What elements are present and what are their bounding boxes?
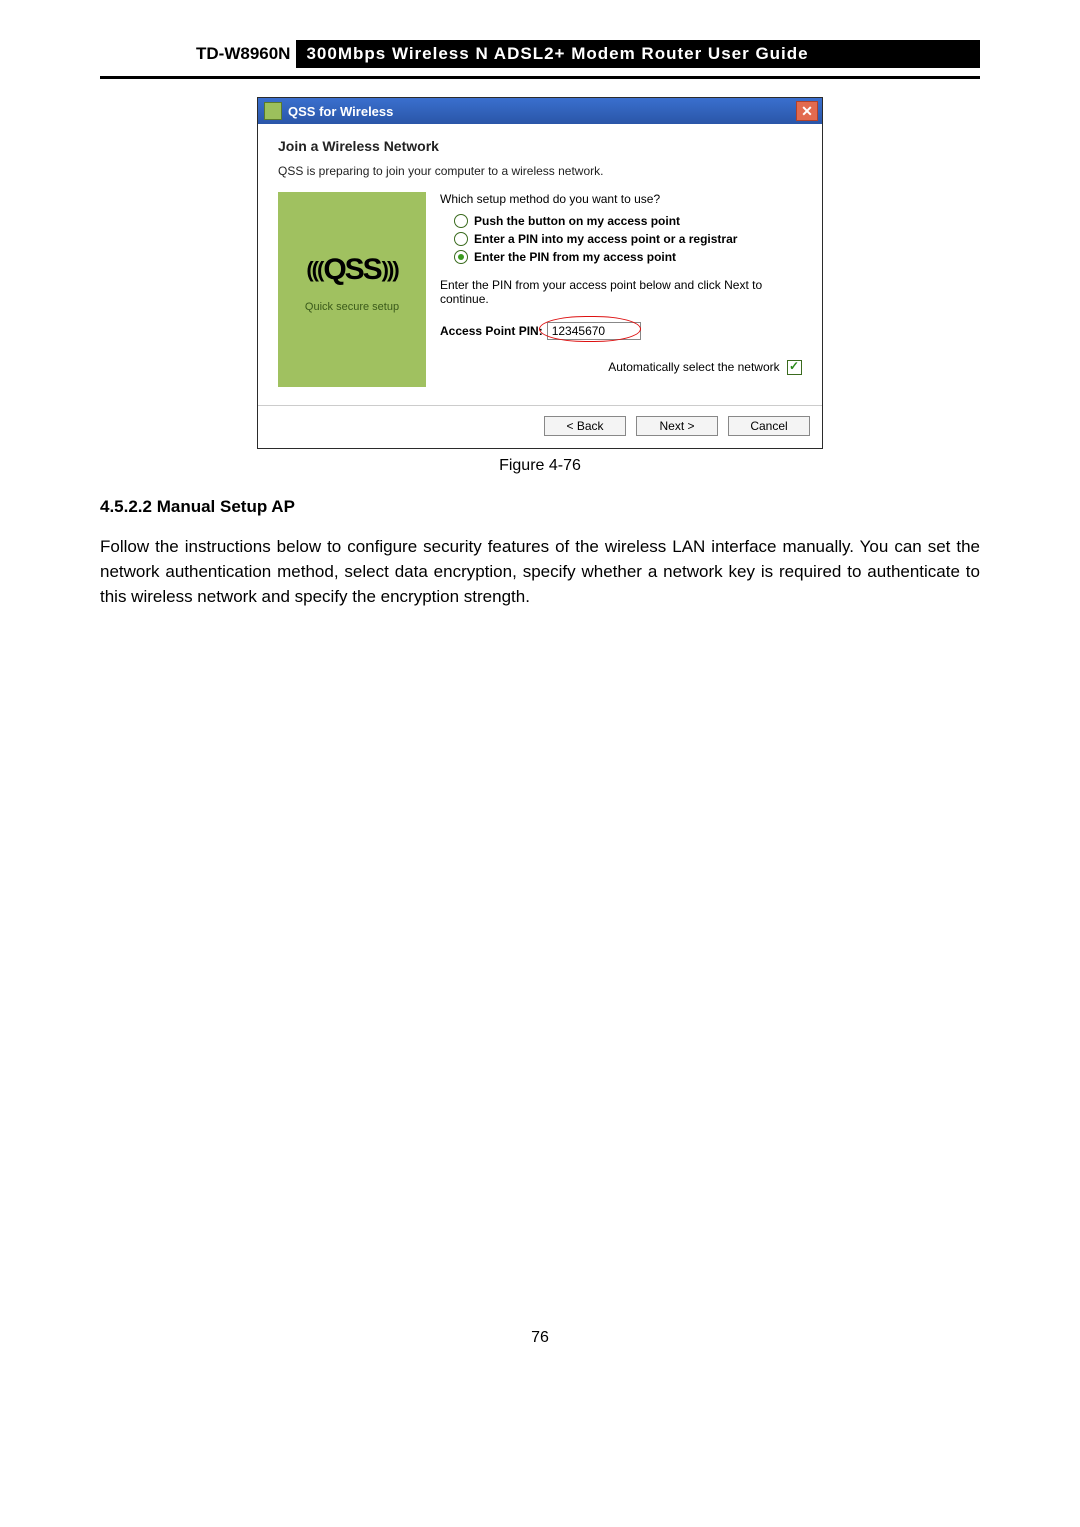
radio-push-button[interactable]: Push the button on my access point [454,214,802,228]
radio-icon [454,214,468,228]
page-header: TD-W8960N 300Mbps Wireless N ADSL2+ Mode… [100,40,980,79]
auto-select-checkbox[interactable] [787,360,802,375]
back-button[interactable]: < Back [544,416,626,436]
header-title: 300Mbps Wireless N ADSL2+ Modem Router U… [296,40,980,68]
close-icon[interactable]: ✕ [796,101,818,121]
auto-select-label: Automatically select the network [608,360,779,374]
dialog-titlebar: QSS for Wireless ✕ [258,98,822,124]
setup-question: Which setup method do you want to use? [440,192,802,206]
qss-logo: ((( QSS ))) [306,253,397,287]
section-paragraph: Follow the instructions below to configu… [100,535,980,609]
qss-caption: Quick secure setup [305,301,399,313]
next-button[interactable]: Next > [636,416,718,436]
dialog-title: QSS for Wireless [288,104,393,119]
separator [258,405,822,406]
pin-instruction: Enter the PIN from your access point bel… [440,278,802,306]
radio-enter-pin-from-ap[interactable]: Enter the PIN from my access point [454,250,802,264]
figure-caption: Figure 4-76 [100,457,980,475]
dialog-heading: Join a Wireless Network [278,138,802,154]
app-icon [264,102,282,120]
qss-dialog: QSS for Wireless ✕ Join a Wireless Netwo… [257,97,823,449]
radio-enter-pin-registrar[interactable]: Enter a PIN into my access point or a re… [454,232,802,246]
radio-icon [454,250,468,264]
cancel-button[interactable]: Cancel [728,416,810,436]
dialog-subtext: QSS is preparing to join your computer t… [278,164,802,178]
radio-icon [454,232,468,246]
pin-label: Access Point PIN: [440,324,543,338]
header-model: TD-W8960N [190,40,296,68]
qss-side-panel: ((( QSS ))) Quick secure setup [278,192,426,387]
wave-left-icon: ((( [306,257,322,283]
page-number: 76 [100,1329,980,1347]
section-heading: 4.5.2.2 Manual Setup AP [100,497,980,517]
wave-right-icon: ))) [382,257,398,283]
pin-input[interactable] [547,322,641,340]
